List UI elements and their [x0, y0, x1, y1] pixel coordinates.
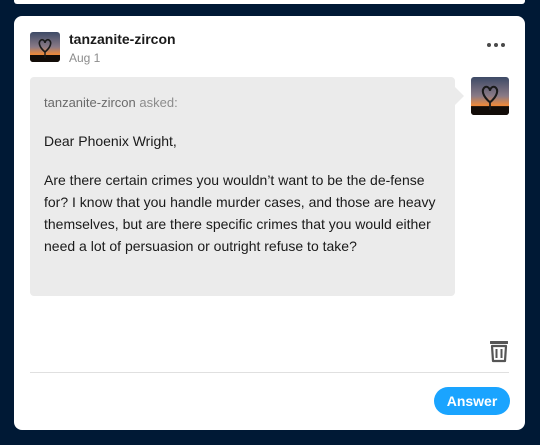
post-date: Aug 1 — [69, 51, 101, 65]
asker-avatar[interactable] — [471, 77, 509, 115]
ask-post-card: tanzanite-zircon Aug 1 tanzanite-zircon … — [14, 16, 525, 430]
asked-label: asked: — [139, 95, 178, 110]
trash-icon[interactable] — [488, 339, 510, 363]
ask-bubble: tanzanite-zircon asked: Dear Phoenix Wri… — [30, 77, 464, 296]
avatar[interactable] — [30, 32, 60, 62]
post-username[interactable]: tanzanite-zircon — [69, 31, 176, 47]
asker-username[interactable]: tanzanite-zircon — [44, 95, 136, 110]
answer-button[interactable]: Answer — [434, 387, 510, 415]
ask-question: Are there certain crimes you wouldn’t wa… — [44, 172, 436, 254]
more-options-icon[interactable] — [485, 38, 507, 50]
ask-greeting: Dear Phoenix Wright, — [44, 133, 177, 149]
divider — [30, 372, 509, 373]
asked-line: tanzanite-zircon asked: — [44, 95, 178, 110]
previous-post-edge — [14, 0, 525, 4]
